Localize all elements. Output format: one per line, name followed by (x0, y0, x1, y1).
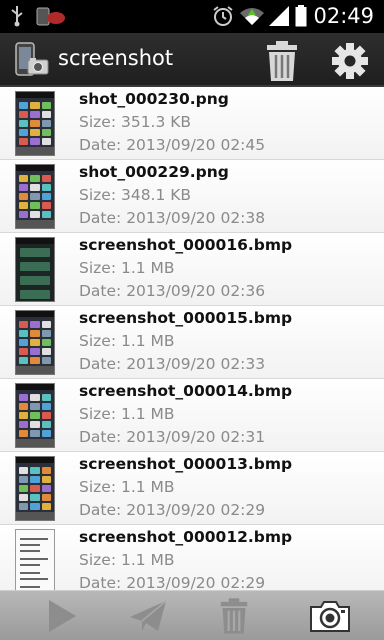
list-item[interactable]: shot_000229.png Size: 348.1 KB Date: 2013/… (0, 160, 384, 233)
app-icon[interactable] (14, 41, 50, 79)
clock-time: 02:49 (313, 4, 374, 28)
file-size: Size: 1.1 MB (79, 478, 175, 496)
signal-icon (268, 5, 290, 27)
alarm-icon (211, 5, 235, 27)
file-list[interactable]: shot_000230.png Size: 351.3 KB Date: 2013/… (0, 87, 384, 590)
file-size: Size: 351.3 KB (79, 113, 192, 131)
file-name: shot_000229.png (79, 163, 229, 181)
file-thumbnail (15, 383, 55, 448)
file-size: Size: 1.1 MB (79, 405, 175, 423)
list-item[interactable]: screenshot_000012.bmp Size: 1.1 MB Date: 2… (0, 525, 384, 590)
file-thumbnail (15, 456, 55, 521)
file-date: Date: 2013/09/20 02:29 (79, 501, 266, 519)
gear-icon (332, 43, 368, 79)
file-name: screenshot_000014.bmp (79, 382, 293, 400)
usb-icon (8, 5, 26, 27)
file-date: Date: 2013/09/20 02:36 (79, 282, 266, 300)
file-thumbnail (15, 310, 55, 375)
battery-icon (294, 5, 308, 27)
file-thumbnail (15, 529, 55, 590)
list-item[interactable]: screenshot_000014.bmp Size: 1.1 MB Date: 2… (0, 379, 384, 452)
file-date: Date: 2013/09/20 02:31 (79, 428, 266, 446)
trash-icon (267, 41, 297, 81)
file-size: Size: 348.1 KB (79, 186, 192, 204)
file-name: screenshot_000013.bmp (79, 455, 293, 473)
delete-all-button[interactable] (260, 39, 304, 83)
file-date: Date: 2013/09/20 02:38 (79, 209, 266, 227)
list-item[interactable]: shot_000230.png Size: 351.3 KB Date: 2013/… (0, 87, 384, 160)
play-icon (49, 600, 76, 632)
settings-button[interactable] (328, 39, 372, 83)
file-date: Date: 2013/09/20 02:45 (79, 136, 266, 154)
file-thumbnail (15, 164, 55, 229)
bottom-toolbar (0, 590, 384, 640)
action-bar: screenshot (0, 33, 384, 87)
file-size: Size: 1.1 MB (79, 551, 175, 569)
send-icon (130, 600, 167, 631)
list-item[interactable]: screenshot_000016.bmp Size: 1.1 MB Date: 2… (0, 233, 384, 306)
file-name: screenshot_000015.bmp (79, 309, 293, 327)
file-name: screenshot_000016.bmp (79, 236, 293, 254)
list-item[interactable]: screenshot_000013.bmp Size: 1.1 MB Date: 2… (0, 452, 384, 525)
file-date: Date: 2013/09/20 02:33 (79, 355, 266, 373)
status-bar: 02:49 (0, 0, 384, 33)
app-notification-icon (36, 5, 66, 27)
trash-icon (220, 598, 248, 634)
file-name: shot_000230.png (79, 90, 229, 108)
file-thumbnail (15, 237, 55, 302)
file-date: Date: 2013/09/20 02:29 (79, 574, 266, 590)
camera-icon (310, 601, 350, 632)
send-button[interactable] (124, 594, 172, 638)
play-button[interactable] (38, 594, 86, 638)
file-name: screenshot_000012.bmp (79, 528, 293, 546)
file-size: Size: 1.1 MB (79, 259, 175, 277)
list-item[interactable]: screenshot_000015.bmp Size: 1.1 MB Date: 2… (0, 306, 384, 379)
page-title: screenshot (58, 46, 174, 70)
delete-button[interactable] (210, 594, 258, 638)
file-thumbnail (15, 91, 55, 156)
wifi-icon (239, 5, 265, 27)
file-size: Size: 1.1 MB (79, 332, 175, 350)
capture-button[interactable] (306, 594, 354, 638)
